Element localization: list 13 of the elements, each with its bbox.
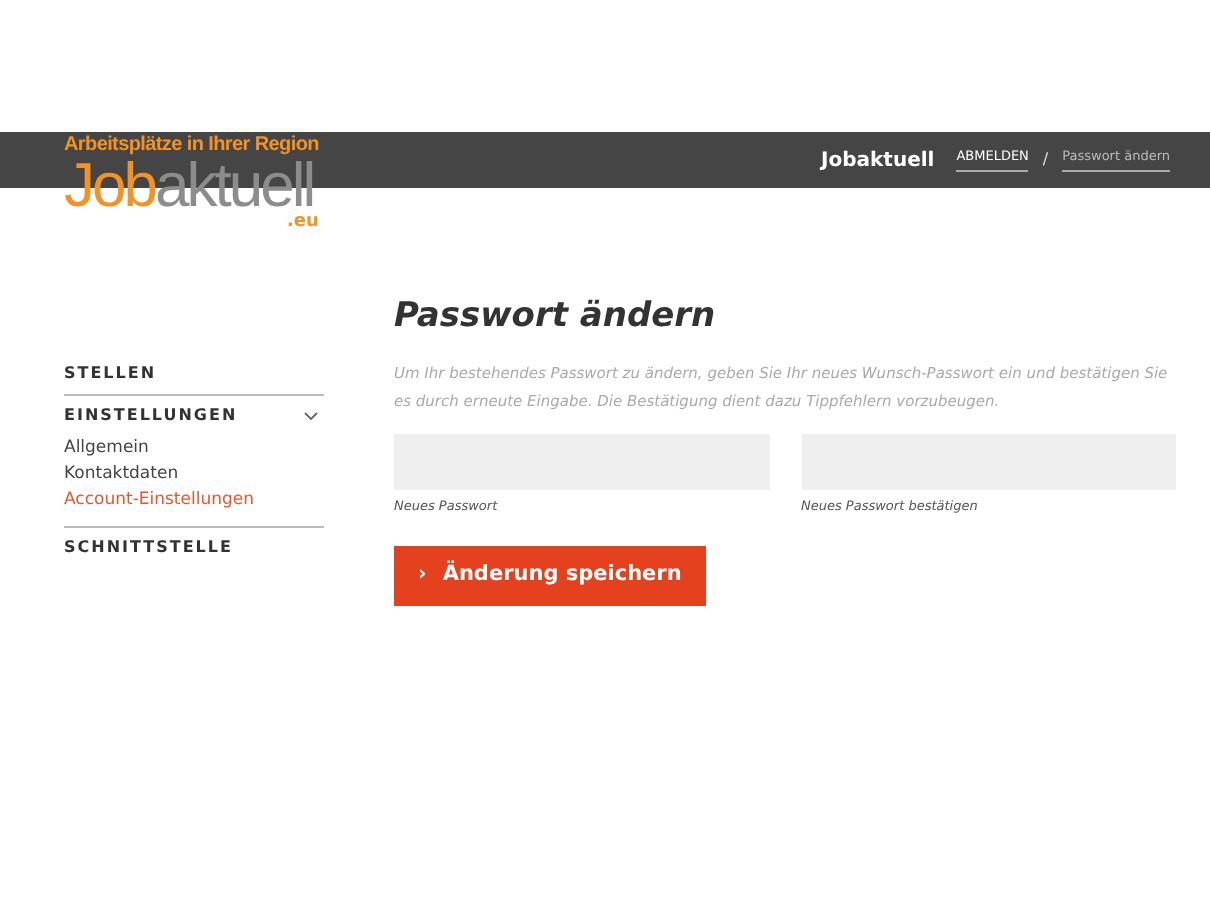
sidebar-subitem[interactable]: Allgemein: [64, 436, 324, 462]
sidebar-item[interactable]: SCHNITTSTELLE: [64, 536, 233, 560]
sidebar-item[interactable]: STELLEN: [64, 362, 157, 386]
sidebar-item[interactable]: EINSTELLUNGEN: [64, 404, 238, 428]
breadcrumb-separator: /: [1042, 148, 1049, 172]
save-button[interactable]: › Änderung speichern: [394, 546, 706, 606]
logo-domain: .eu: [287, 214, 319, 233]
sidebar-subitem[interactable]: Kontaktdaten: [64, 462, 324, 488]
site-name: Jobaktuell: [821, 147, 935, 175]
sidebar-subitem[interactable]: Account-Einstellungen: [64, 488, 324, 514]
page-title: Passwort ändern: [394, 296, 718, 337]
logo-tagline: Arbeitsplätze in Ihrer Region: [64, 132, 319, 156]
chevron-down-icon[interactable]: [304, 412, 318, 420]
